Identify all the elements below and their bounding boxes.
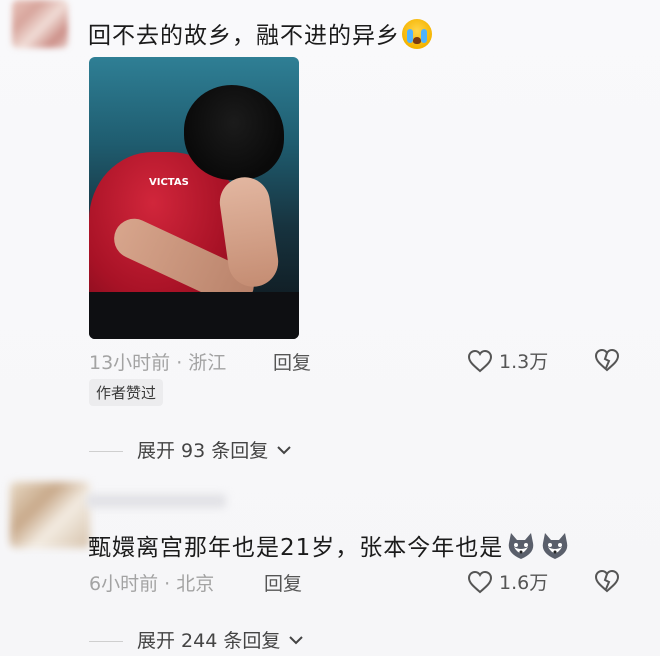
expand-replies-button[interactable]: 展开 93 条回复 (89, 436, 292, 463)
dislike-button[interactable] (594, 569, 620, 597)
username-blurred[interactable] (86, 494, 226, 508)
comment-body: 回不去的故乡，融不进的异乡 (88, 23, 400, 49)
shirt-logo-text: VICTAS (149, 177, 189, 188)
husky-emoji-icon (509, 533, 534, 559)
expand-replies-label: 展开 93 条回复 (137, 440, 269, 462)
like-button[interactable]: 1.3万 (467, 347, 548, 374)
comment-feed: 回不去的故乡，融不进的异乡 VICTAS 13小时前 · 浙江 回复 1.3万 … (0, 0, 660, 656)
chevron-down-icon (277, 446, 292, 455)
author-liked-badge: 作者赞过 (89, 379, 164, 406)
heart-outline-icon (467, 349, 493, 373)
expand-replies-label: 展开 244 条回复 (137, 630, 281, 652)
expand-replies-button[interactable]: 展开 244 条回复 (89, 626, 304, 653)
comment-text: 回不去的故乡，融不进的异乡 (88, 16, 432, 50)
like-count: 1.3万 (499, 351, 549, 373)
avatar[interactable] (12, 0, 68, 48)
divider (89, 451, 123, 452)
broken-heart-icon (594, 348, 620, 372)
reply-button[interactable]: 回复 (264, 569, 302, 596)
comment-time-location: 6小时前 · 北京 (89, 573, 215, 595)
chevron-down-icon (289, 636, 304, 645)
comment-body: 甄嬛离宫那年也是21岁，张本今年也是 (88, 535, 504, 561)
comment-text: 甄嬛离宫那年也是21岁，张本今年也是 (88, 528, 571, 562)
like-button[interactable]: 1.6万 (467, 568, 548, 595)
comment-meta: 13小时前 · 浙江 回复 (89, 348, 311, 375)
crying-face-emoji-icon (402, 19, 432, 49)
comment-image[interactable]: VICTAS (89, 57, 299, 339)
divider (89, 641, 123, 642)
broken-heart-icon (594, 569, 620, 593)
dislike-button[interactable] (594, 348, 620, 376)
comment-time-location: 13小时前 · 浙江 (89, 352, 227, 374)
husky-emoji-icon (543, 533, 568, 559)
heart-outline-icon (467, 570, 493, 594)
comment-meta: 6小时前 · 北京 回复 (89, 569, 302, 596)
avatar[interactable] (10, 482, 90, 548)
like-count: 1.6万 (499, 572, 549, 594)
reply-button[interactable]: 回复 (273, 348, 311, 375)
